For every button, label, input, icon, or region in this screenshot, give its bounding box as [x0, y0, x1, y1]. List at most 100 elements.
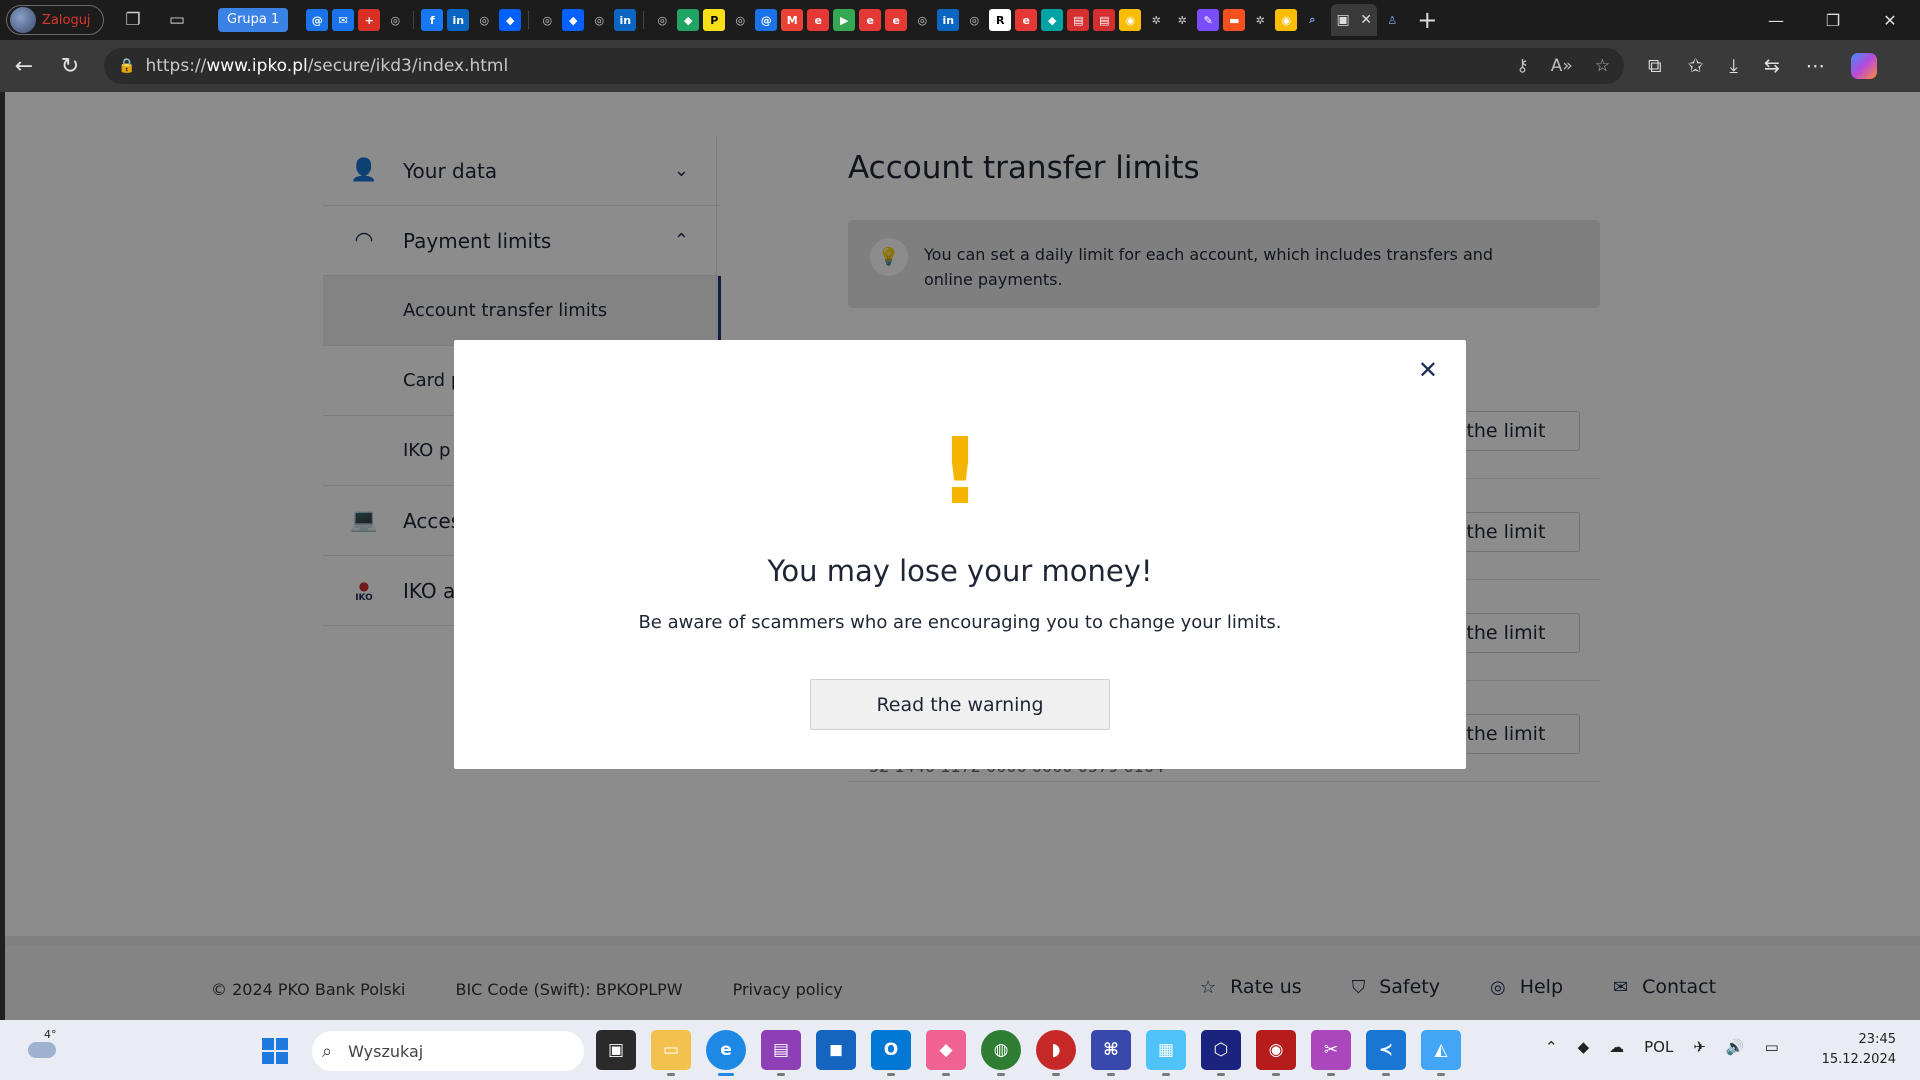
outlook-icon[interactable]: O	[871, 1030, 911, 1076]
battery-icon[interactable]: ▭	[1765, 1038, 1779, 1056]
gear-tab-icon[interactable]: ✲	[1171, 9, 1193, 31]
url-prefix: https://	[145, 56, 207, 76]
linkedin-tab-icon[interactable]: in	[447, 9, 470, 31]
share-icon[interactable]: ⇆	[1764, 55, 1780, 77]
chevron-up-icon[interactable]: ⌃	[1545, 1038, 1558, 1056]
warning-exclamation-icon: !	[939, 418, 981, 525]
avatar	[10, 7, 36, 33]
restore-icon[interactable]: ❐	[1803, 0, 1863, 40]
e-tab-icon[interactable]: e	[859, 9, 882, 31]
language-indicator[interactable]: POL	[1644, 1038, 1673, 1056]
airplane-icon[interactable]: ✈	[1693, 1038, 1706, 1056]
network-app-icon[interactable]: ⌘	[1091, 1030, 1131, 1076]
favorites-icon[interactable]: ✩	[1688, 55, 1704, 77]
gear-tab-icon[interactable]: ✲	[1145, 9, 1167, 31]
vscode-icon[interactable]: ≺	[1366, 1030, 1406, 1076]
snipping-tool-icon[interactable]: ✂	[1311, 1030, 1351, 1076]
key-icon[interactable]: ⚷	[1516, 56, 1528, 76]
edge-icon[interactable]: e	[706, 1030, 746, 1076]
url-actions: ⚷ A» ☆	[1516, 56, 1610, 76]
dropbox-tab-icon[interactable]: ◆	[562, 9, 585, 31]
chrome-tab-icon[interactable]: ◉	[1275, 9, 1298, 31]
search-tab-icon[interactable]: ⌕	[1301, 9, 1323, 31]
close-tab-icon[interactable]: ✕	[1360, 12, 1372, 28]
globe-tab-icon[interactable]: ◎	[911, 9, 933, 31]
screen-app-icon[interactable]: ▦	[1146, 1030, 1186, 1076]
facebook-tab-icon[interactable]: f	[421, 9, 444, 31]
minimize-icon[interactable]: —	[1746, 0, 1806, 40]
taskbar-search[interactable]: ⌕ Wyszukaj	[312, 1031, 584, 1071]
play-tab-icon[interactable]: ▶	[833, 9, 856, 31]
save-app-icon[interactable]: ▤	[761, 1030, 801, 1076]
linkedin-tab-icon[interactable]: in	[614, 9, 637, 31]
pdf-tab-icon[interactable]: ▤	[1067, 9, 1090, 31]
colorful-tab-icon[interactable]: ▬	[1223, 9, 1246, 31]
teal-tab-icon[interactable]: ◆	[1041, 9, 1064, 31]
task-view-icon[interactable]: ▣	[596, 1030, 636, 1070]
more-icon[interactable]: ⋯	[1806, 55, 1825, 77]
read-warning-button[interactable]: Read the warning	[810, 679, 1110, 730]
favorite-star-icon[interactable]: ☆	[1595, 56, 1610, 76]
globe-tab-icon[interactable]: ◎	[963, 9, 985, 31]
media-app-icon[interactable]: ◉	[1256, 1030, 1296, 1076]
read-aloud-icon[interactable]: A»	[1551, 56, 1573, 76]
p-tab-icon[interactable]: P	[703, 9, 726, 31]
tab-group-chip[interactable]: Grupa 1	[218, 8, 289, 32]
chrome-tab-icon[interactable]: ◉	[1119, 9, 1142, 31]
close-window-icon[interactable]: ✕	[1860, 0, 1920, 40]
url-field[interactable]: 🔒 https://www.ipko.pl/secure/ikd3/index.…	[104, 48, 1624, 84]
plus-tab-icon[interactable]: +	[358, 9, 381, 31]
globe-tab-icon[interactable]: ◎	[729, 9, 751, 31]
globe-tab-icon[interactable]: ◎	[588, 9, 610, 31]
linkedin-tab-icon[interactable]: in	[937, 9, 960, 31]
search-placeholder: Wyszukaj	[348, 1041, 424, 1061]
profile-button[interactable]: Zaloguj	[6, 5, 104, 35]
new-tab-icon[interactable]: +	[1417, 6, 1437, 34]
running-indicator	[1052, 1073, 1060, 1076]
file-explorer-icon[interactable]: ▭	[651, 1030, 691, 1076]
e-tab-icon[interactable]: e	[807, 9, 830, 31]
r-tab-icon[interactable]: R	[989, 9, 1012, 31]
search-icon: ⌕	[322, 1040, 333, 1062]
refresh-icon[interactable]: ↻	[48, 46, 92, 86]
globe-tab-icon[interactable]: ◎	[651, 9, 673, 31]
downloads-icon[interactable]: ⤓	[1730, 55, 1738, 77]
colorful-app-icon[interactable]: ◆	[926, 1030, 966, 1076]
extensions-icon[interactable]: ⧉	[1648, 55, 1662, 77]
running-indicator	[667, 1073, 675, 1076]
cloud-sync-icon[interactable]: ☁	[1609, 1038, 1624, 1056]
dropbox-icon[interactable]: ◆	[1578, 1038, 1590, 1056]
close-icon[interactable]: ✕	[1418, 356, 1438, 384]
workspaces-icon[interactable]: ❐	[118, 5, 148, 35]
globe-tab-icon[interactable]: ◎	[473, 9, 495, 31]
gmail-tab-icon[interactable]: M	[781, 9, 804, 31]
diamond-tab-icon[interactable]: ◆	[677, 9, 700, 31]
clock[interactable]: 23:45 15.12.2024	[1822, 1030, 1896, 1070]
virtualbox-icon[interactable]: ⬡	[1201, 1030, 1241, 1076]
email-tab-icon[interactable]: ✉	[332, 9, 355, 31]
person-tab-icon[interactable]: ♙	[1381, 9, 1403, 31]
tab-actions-icon[interactable]: ▭	[162, 5, 192, 35]
pdf-tab-icon[interactable]: ▤	[1093, 9, 1116, 31]
weather-widget[interactable]: 4°	[24, 1028, 62, 1068]
volume-icon[interactable]: 🔊	[1726, 1038, 1745, 1056]
purple-tab-icon[interactable]: ✎	[1197, 9, 1220, 31]
e-tab-icon[interactable]: e	[1015, 9, 1038, 31]
globe-app-icon[interactable]: ◍	[981, 1030, 1021, 1076]
mail-tab-icon[interactable]: @	[755, 9, 778, 31]
gear-tab-icon[interactable]: ✲	[1249, 9, 1271, 31]
red-app-icon[interactable]: ◗	[1036, 1030, 1076, 1076]
start-button[interactable]	[262, 1038, 288, 1064]
mail-tab-icon[interactable]: @	[306, 9, 329, 31]
dropbox-tab-icon[interactable]: ◆	[499, 9, 522, 31]
store-icon[interactable]: ◼	[816, 1030, 856, 1070]
copilot-icon[interactable]	[1850, 53, 1877, 79]
lock-icon: 🔒	[118, 58, 136, 74]
globe-tab-icon[interactable]: ◎	[384, 9, 406, 31]
active-tab[interactable]: ▣ ✕	[1331, 4, 1378, 36]
back-icon[interactable]: ←	[2, 46, 46, 86]
globe-tab-icon[interactable]: ◎	[536, 9, 558, 31]
photos-icon[interactable]: ◭	[1421, 1030, 1461, 1076]
system-tray: ⌃ ◆ ☁ POL ✈ 🔊 ▭	[1545, 1038, 1779, 1056]
e-tab-icon[interactable]: e	[885, 9, 908, 31]
